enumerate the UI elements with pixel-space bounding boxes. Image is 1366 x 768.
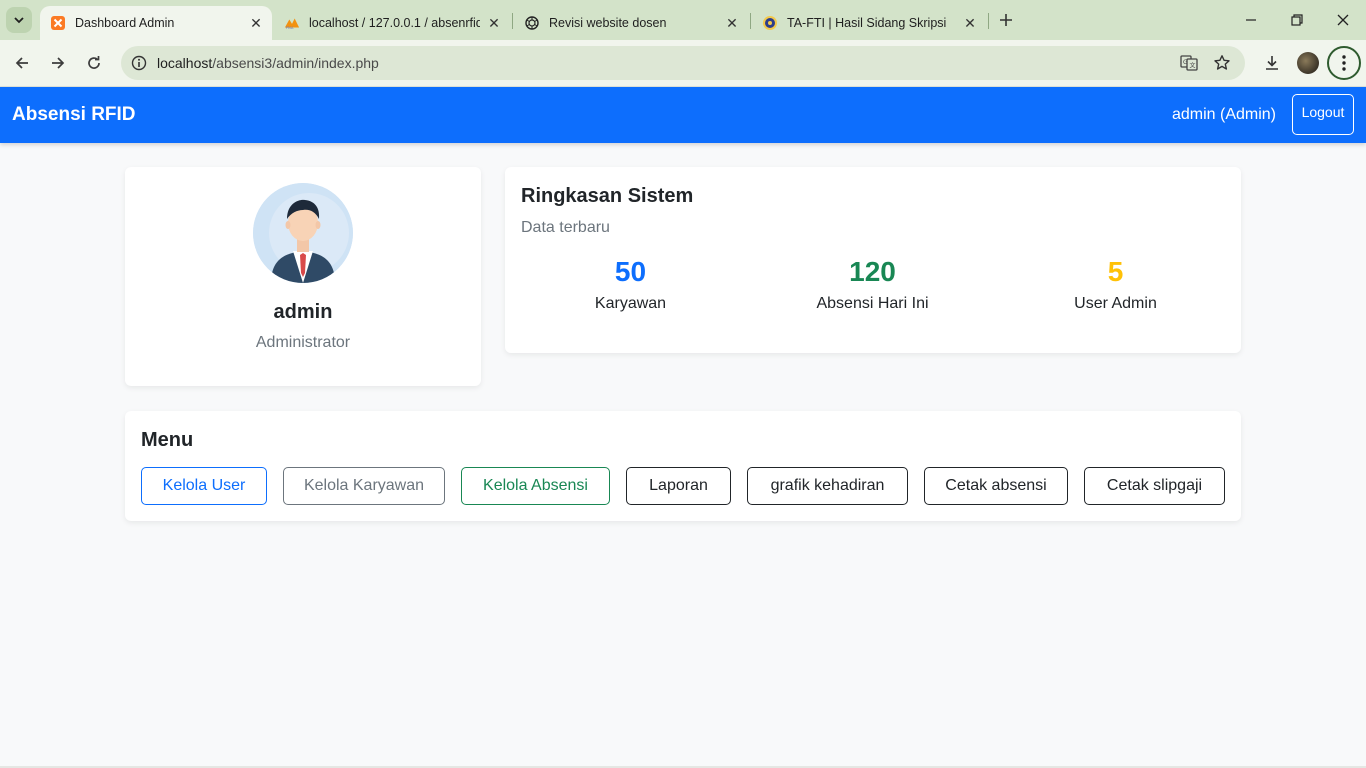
close-tab-icon[interactable]: ✕ xyxy=(962,15,978,31)
arrow-right-icon xyxy=(52,57,65,69)
stat-label: User Admin xyxy=(1074,295,1157,312)
tab-separator xyxy=(988,13,989,29)
stat-label: Karyawan xyxy=(594,295,667,312)
svg-text:文: 文 xyxy=(1190,62,1196,70)
summary-card: Ringkasan Sistem Data terbaru 50 Karyawa… xyxy=(505,167,1241,353)
reload-icon xyxy=(88,56,100,69)
tab-search-button[interactable] xyxy=(6,7,32,33)
navbar-user: admin (Admin) xyxy=(1171,106,1276,123)
plus-icon xyxy=(1000,14,1012,26)
close-tab-icon[interactable]: ✕ xyxy=(248,15,264,31)
tab-title: Revisi website dosen xyxy=(549,16,667,30)
laporan-button[interactable]: Laporan xyxy=(626,467,731,505)
download-icon[interactable] xyxy=(1260,51,1284,75)
avatar xyxy=(253,183,353,283)
more-vertical-icon xyxy=(1342,55,1346,71)
kelola-absensi-button[interactable]: Kelola Absensi xyxy=(461,467,610,505)
svg-text:G: G xyxy=(1183,59,1188,66)
university-icon xyxy=(762,15,778,31)
cetak-slipgaji-button[interactable]: Cetak slipgaji xyxy=(1084,467,1225,505)
address-url[interactable]: localhost/absensi3/admin/index.php xyxy=(157,55,379,71)
new-tab-button[interactable] xyxy=(995,9,1017,31)
summary-title: Ringkasan Sistem xyxy=(521,185,694,207)
close-tab-icon[interactable]: ✕ xyxy=(724,15,740,31)
arrow-left-icon xyxy=(15,57,28,69)
summary-subtitle: Data terbaru xyxy=(521,219,610,236)
close-window-button[interactable] xyxy=(1328,6,1358,34)
browser-menu-button[interactable] xyxy=(1327,46,1361,80)
tab-separator xyxy=(750,13,751,29)
stat-value: 120 xyxy=(849,256,896,287)
browser-toolbar: localhost/absensi3/admin/index.php G文 xyxy=(0,40,1366,87)
chatgpt-icon xyxy=(524,15,540,31)
tab-title: TA-FTI | Hasil Sidang Skripsi xyxy=(787,16,947,30)
minimize-icon xyxy=(1246,19,1256,21)
stat-value: 5 xyxy=(1107,256,1124,287)
stat-value: 50 xyxy=(614,256,647,287)
chevron-down-icon xyxy=(14,17,24,24)
menu-card: Menu Kelola User Kelola Karyawan Kelola … xyxy=(125,411,1241,521)
profile-role: Administrator xyxy=(255,334,351,351)
close-tab-icon[interactable]: ✕ xyxy=(486,15,502,31)
kelola-user-button[interactable]: Kelola User xyxy=(141,467,267,505)
kelola-karyawan-button[interactable]: Kelola Karyawan xyxy=(283,467,445,505)
stat-label: Absensi Hari Ini xyxy=(816,295,929,312)
app-navbar: Absensi RFID admin (Admin) Logout xyxy=(0,87,1366,143)
site-info-icon[interactable] xyxy=(129,53,149,73)
logout-button[interactable]: Logout xyxy=(1292,94,1354,135)
profile-avatar[interactable] xyxy=(1297,52,1319,74)
profile-card: admin Administrator xyxy=(125,167,481,386)
tab-revisi-website[interactable]: Revisi website dosen ✕ xyxy=(514,6,748,40)
tab-title: localhost / 127.0.0.1 / absenrfid xyxy=(309,16,480,30)
profile-name: admin xyxy=(273,301,333,323)
xampp-icon xyxy=(50,15,66,31)
translate-icon[interactable]: G文 xyxy=(1179,53,1199,73)
grafik-kehadiran-button[interactable]: grafik kehadiran xyxy=(747,467,908,505)
close-icon xyxy=(1337,14,1349,26)
tab-separator xyxy=(512,13,513,29)
bookmark-star-icon[interactable] xyxy=(1212,53,1232,73)
stat-user-admin: 5 User Admin xyxy=(993,255,1238,313)
browser-tabstrip: Dashboard Admin ✕ PMA localhost / 127.0.… xyxy=(0,0,1366,40)
address-bar[interactable]: localhost/absensi3/admin/index.php G文 xyxy=(121,46,1245,80)
tab-dashboard-admin[interactable]: Dashboard Admin ✕ xyxy=(40,6,272,40)
stat-absensi-hari-ini: 120 Absensi Hari Ini xyxy=(750,255,995,313)
url-path: /absensi3/admin/index.php xyxy=(212,55,379,71)
menu-title: Menu xyxy=(141,429,194,451)
minimize-button[interactable] xyxy=(1236,6,1266,34)
tab-title: Dashboard Admin xyxy=(75,16,175,30)
svg-text:PMA: PMA xyxy=(286,26,294,30)
restore-button[interactable] xyxy=(1282,6,1312,34)
navbar-brand[interactable]: Absensi RFID xyxy=(12,104,136,126)
stat-karyawan: 50 Karyawan xyxy=(508,255,753,313)
forward-button[interactable] xyxy=(45,50,71,76)
url-host: localhost xyxy=(157,55,213,71)
back-button[interactable] xyxy=(9,50,35,76)
cetak-absensi-button[interactable]: Cetak absensi xyxy=(924,467,1068,505)
reload-button[interactable] xyxy=(81,50,107,76)
tab-ta-fti[interactable]: TA-FTI | Hasil Sidang Skripsi ✕ xyxy=(752,6,986,40)
restore-icon xyxy=(1291,14,1303,26)
phpmyadmin-icon: PMA xyxy=(284,15,300,31)
tab-phpmyadmin[interactable]: PMA localhost / 127.0.0.1 / absenrfid ✕ xyxy=(274,6,510,40)
